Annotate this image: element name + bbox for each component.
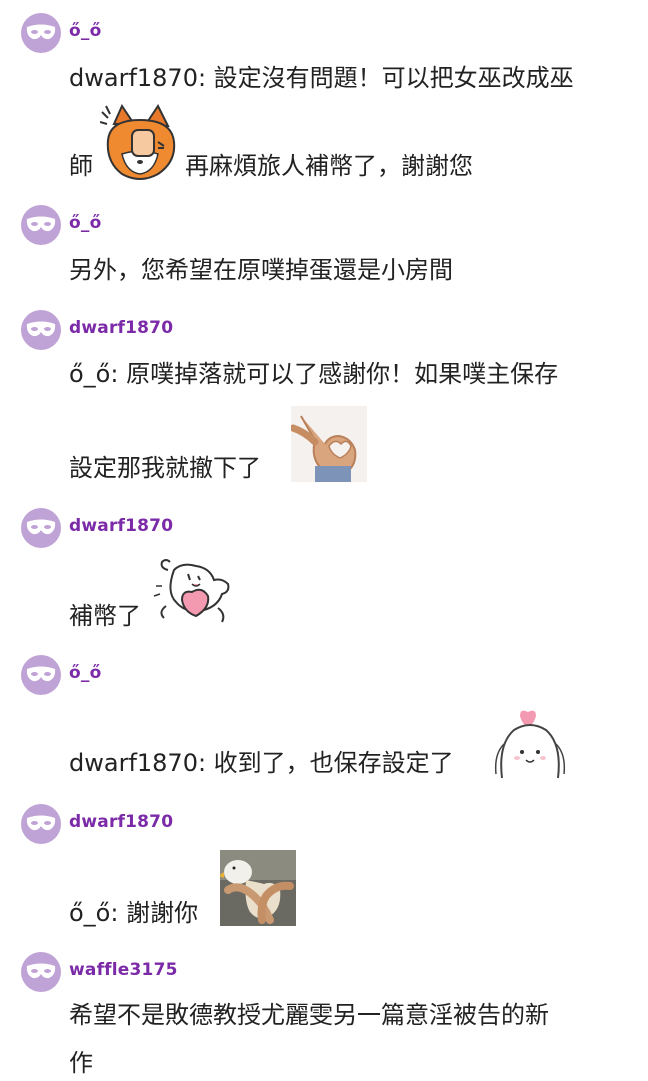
username[interactable]: waffle3175 (69, 960, 178, 980)
avatar[interactable] (21, 508, 61, 548)
mask-icon (26, 216, 56, 232)
mask-icon (26, 963, 56, 979)
username[interactable]: ő_ő (69, 663, 101, 683)
avatar[interactable] (21, 952, 61, 992)
avatar[interactable] (21, 205, 61, 245)
mask-icon (26, 519, 56, 535)
comment-text: dwarf1870: 收到了，也保存設定了 (69, 749, 454, 777)
avatar[interactable] (21, 655, 61, 695)
comment-text: 作 (69, 1049, 93, 1077)
comment-text: ő_ő: 謝謝你 (69, 899, 199, 927)
avatar[interactable] (21, 804, 61, 844)
mask-icon (26, 666, 56, 682)
fox-facepalm-sticker (100, 104, 176, 180)
bunny-heart-sticker (153, 559, 230, 623)
comment-text: 另外，您希望在原噗掉蛋還是小房間 (69, 256, 453, 284)
comment-text: dwarf1870: 設定沒有問題！可以把女巫改成巫 (69, 64, 574, 92)
username[interactable]: ő_ő (69, 21, 101, 41)
avatar[interactable] (21, 13, 61, 53)
duck-heart-sticker (220, 850, 296, 926)
mask-icon (26, 815, 56, 831)
heart-blob-sticker (494, 710, 566, 779)
mask-icon (26, 24, 56, 40)
comment-text: 希望不是敗德教授尤麗雯另一篇意淫被告的新 (69, 1001, 549, 1029)
avatar[interactable] (21, 310, 61, 350)
comment-text: 補幣了 (69, 602, 141, 630)
username[interactable]: dwarf1870 (69, 318, 173, 338)
comment-text: 設定那我就撤下了 (69, 454, 261, 482)
username[interactable]: dwarf1870 (69, 516, 173, 536)
username[interactable]: dwarf1870 (69, 812, 173, 832)
username[interactable]: ő_ő (69, 213, 101, 233)
ok-hand-heart-sticker (291, 406, 367, 482)
comment-text-prefix: 師 (69, 152, 93, 180)
comment-text: ő_ő: 原噗掉落就可以了感謝你！如果噗主保存 (69, 360, 559, 388)
comment-text: 再麻煩旅人補幣了，謝謝您 (185, 152, 473, 180)
mask-icon (26, 321, 56, 337)
